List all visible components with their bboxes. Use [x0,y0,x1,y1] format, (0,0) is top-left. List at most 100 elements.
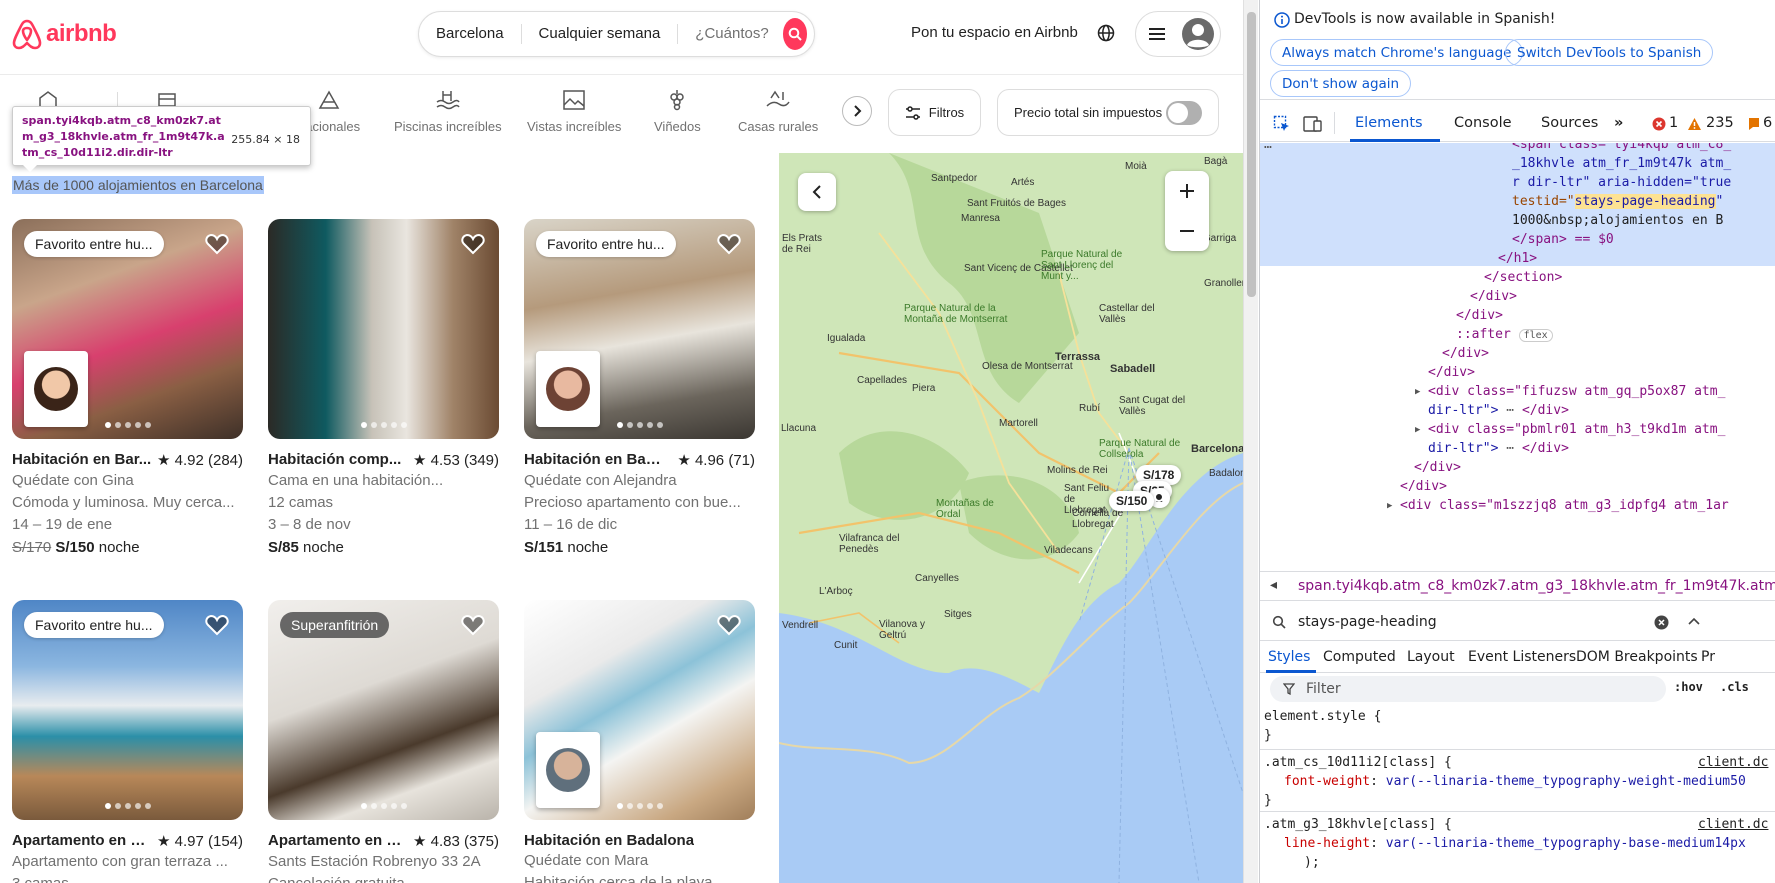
error-icon[interactable] [1652,117,1666,131]
class-toggle[interactable]: .cls [1720,680,1749,694]
search-location[interactable]: Barcelona [419,24,522,44]
category-item[interactable]: Casas rurales [738,88,818,134]
listing-card[interactable]: Habitación comp... ★ 4.53 (349) Cama en u… [268,219,499,556]
expand-triangle-icon[interactable]: ▶ [1415,382,1420,402]
dom-tree[interactable]: … <span class="tyi4kqb atm_c8_ _18khvle … [1260,143,1775,571]
category-item[interactable]: Piscinas increíbles [394,88,502,134]
dom-line[interactable]: </h1> [1498,249,1537,269]
listing-photo[interactable]: Superanfitrión [268,600,499,820]
category-item[interactable]: Viñedos [654,88,701,134]
dom-line[interactable]: r dir-ltr" aria-hidden="true [1512,173,1731,193]
map[interactable]: Santpedor Artés Moià Manresa Sant Fruitó… [779,153,1243,883]
category-item[interactable]: Vistas increíbles [527,88,621,134]
dom-ellipsis[interactable]: … [1264,143,1272,155]
inspect-element-icon[interactable] [1273,115,1291,133]
listing-photo[interactable] [268,219,499,439]
dom-line[interactable]: </div> [1442,344,1489,364]
style-source-link[interactable]: client.dc [1698,753,1768,772]
listing-photo[interactable]: Favorito entre hu... [12,219,243,439]
dont-show-again-button[interactable]: Don't show again [1270,70,1412,97]
subtab-event-listeners[interactable]: Event Listeners [1468,649,1576,665]
map-price-pin[interactable]: S/150 [1109,491,1155,511]
tab-elements[interactable]: Elements [1355,115,1423,131]
hover-state-toggle[interactable]: :hov [1674,680,1703,694]
dom-line[interactable]: dir-ltr"> ⋯ </div> [1428,439,1569,459]
issues-icon[interactable] [1748,117,1760,131]
subtab-styles[interactable]: Styles [1268,649,1310,665]
dom-line[interactable]: ::after flex [1456,325,1553,346]
tab-sources[interactable]: Sources [1541,115,1598,131]
warning-icon[interactable] [1687,117,1702,131]
expand-triangle-icon[interactable]: ▶ [1387,496,1392,516]
dom-line[interactable]: <div class="pbmlr01 atm_h3_t9kd1m atm_ [1428,420,1725,440]
styles-filter-input[interactable]: Filter [1270,676,1666,702]
device-toolbar-icon[interactable] [1303,115,1323,133]
listing-photo[interactable]: Favorito entre hu... [12,600,243,820]
search-guests[interactable]: ¿Cuántos? [678,24,782,44]
zoom-in-icon[interactable] [1178,182,1196,200]
style-rule-selector[interactable]: element.style { [1264,707,1381,726]
tax-toggle[interactable]: Precio total sin impuestos [997,89,1219,136]
dom-collapsed[interactable]: ⋯ [1506,441,1514,456]
heart-icon[interactable] [461,614,485,636]
search-bar[interactable]: Barcelona Cualquier semana ¿Cuántos? [418,11,815,57]
heart-icon[interactable] [717,233,741,255]
dom-line[interactable]: _18khvle atm_fr_1m9t47k atm_ [1512,154,1731,174]
listing-card[interactable]: Habitación en Badalona Quédate con Mara … [524,600,755,883]
airbnb-logo[interactable]: airbnb [12,18,117,50]
map-collapse-button[interactable] [798,173,836,211]
search-dates[interactable]: Cualquier semana [522,24,679,44]
dom-line[interactable]: </div> [1414,458,1461,478]
heart-icon[interactable] [205,614,229,636]
issues-count[interactable]: 6 [1763,115,1772,131]
dom-line[interactable]: </span> == $0 [1512,230,1614,250]
breadcrumb-selector[interactable]: span.tyi4kqb.atm_c8_km0zk7.atm_g3_18khvl… [1298,578,1775,594]
zoom-out-icon[interactable] [1178,222,1196,240]
clear-search-icon[interactable] [1654,615,1669,630]
page-scrollbar[interactable] [1243,0,1258,883]
dom-line[interactable]: </section> [1484,268,1562,288]
style-rule-selector[interactable]: .atm_cs_10d11i2[class] { [1264,753,1452,772]
subtab-layout[interactable]: Layout [1407,649,1455,665]
warning-count[interactable]: 235 [1706,115,1734,131]
dom-line[interactable]: <div class="fifuzsw atm_gq_p5ox87 atm_ [1428,382,1725,402]
style-rule-selector[interactable]: .atm_g3_18khvle[class] { [1264,815,1452,834]
dom-line[interactable]: dir-ltr"> ⋯ </div> [1428,401,1569,421]
expand-triangle-icon[interactable]: ▶ [1415,420,1420,440]
dom-breadcrumb[interactable]: ◂ span.tyi4kqb.atm_c8_km0zk7.atm_g3_18kh… [1260,571,1775,601]
subtab-dom-breakpoints[interactable]: DOM Breakpoints [1576,649,1698,665]
listing-card[interactable]: Superanfitrión Apartamento en B... ★ 4.83… [268,600,499,883]
scrollbar-thumb[interactable] [1247,12,1256,297]
dom-line[interactable]: </div> [1470,287,1517,307]
style-declaration[interactable]: line-height: var(--linaria-theme_typogra… [1284,834,1746,853]
match-chrome-language-button[interactable]: Always match Chrome's language [1270,39,1524,66]
more-tabs-button[interactable]: » [1614,115,1623,131]
search-button[interactable] [782,18,807,50]
user-menu-button[interactable] [1135,11,1221,57]
style-declaration[interactable]: font-weight: var(--linaria-theme_typogra… [1284,772,1746,791]
chevron-up-icon[interactable] [1688,617,1700,625]
listing-card[interactable]: Favorito entre hu... Habitación en Barc.… [524,219,755,556]
category-scroll-next-button[interactable] [842,96,872,126]
dom-line[interactable]: </div> [1400,477,1447,497]
breadcrumb-scroll-left-icon[interactable]: ◂ [1270,577,1277,593]
dom-line[interactable]: 1000&nbsp;alojamientos en B [1512,211,1723,231]
globe-icon[interactable] [1097,24,1115,42]
error-count[interactable]: 1 [1669,115,1678,131]
listing-photo[interactable]: Favorito entre hu... [524,219,755,439]
dom-line[interactable]: </div> [1456,306,1503,326]
subtab-computed[interactable]: Computed [1323,649,1396,665]
dom-line[interactable]: </div> [1428,363,1475,383]
listing-card[interactable]: Favorito entre hu... Habitación en Bar..… [12,219,243,556]
dom-line[interactable]: testid="stays-page-heading" [1512,192,1723,212]
listing-card[interactable]: Favorito entre hu... Apartamento en E...… [12,600,243,883]
heart-icon[interactable] [461,233,485,255]
heart-icon[interactable] [717,614,741,636]
dom-search-input[interactable]: stays-page-heading [1298,614,1437,630]
filters-button[interactable]: Filtros [888,89,981,136]
flex-badge[interactable]: flex [1518,329,1553,342]
listing-photo[interactable] [524,600,755,820]
heart-icon[interactable] [205,233,229,255]
dom-line[interactable]: <div class="m1szzjq8 atm_g3_idpfg4 atm_1… [1400,496,1729,516]
style-source-link[interactable]: client.dc [1698,815,1768,834]
